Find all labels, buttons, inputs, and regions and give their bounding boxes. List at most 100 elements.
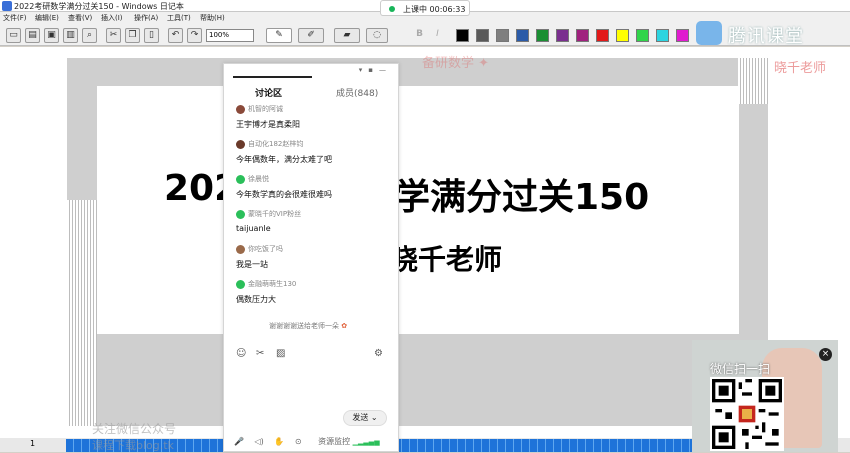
pen-icon[interactable]: ✎ bbox=[266, 28, 292, 43]
menu-tools[interactable]: 工具(T) bbox=[167, 13, 191, 23]
copy-icon[interactable]: ❐ bbox=[125, 28, 140, 43]
tab-discussion[interactable]: 讨论区 bbox=[255, 86, 282, 99]
hand-icon[interactable]: ✋ bbox=[274, 437, 284, 446]
avatar bbox=[236, 244, 245, 254]
message-text: 我是一站 bbox=[236, 260, 268, 269]
message-user: 你吃饭了吗 bbox=[236, 244, 283, 254]
paste-icon[interactable]: ▯ bbox=[144, 28, 159, 43]
menu-insert[interactable]: 插入(I) bbox=[101, 13, 123, 23]
message-text: 王宇博才是真柔阳 bbox=[236, 120, 300, 129]
redo-icon[interactable]: ↷ bbox=[187, 28, 202, 43]
slide-title-right: 学满分过关150 bbox=[394, 177, 650, 218]
color-swatch-red[interactable] bbox=[596, 29, 609, 42]
send-button[interactable]: 发送 ⌄ bbox=[343, 410, 387, 426]
color-swatch-dark-gray[interactable] bbox=[476, 29, 489, 42]
message-text: 今年偶数年，满分太难了吧 bbox=[236, 155, 332, 164]
wechat-avatar-icon bbox=[236, 209, 245, 219]
menu-help[interactable]: 帮助(H) bbox=[200, 13, 225, 23]
menu-action[interactable]: 操作(A) bbox=[134, 13, 158, 23]
message-text: 今年数学真的会很难很难吗 bbox=[236, 190, 332, 199]
qr-caption: 微信扫一扫 bbox=[710, 362, 771, 376]
new-page-icon[interactable]: ▭ bbox=[6, 28, 21, 43]
save-icon[interactable]: ▣ bbox=[44, 28, 59, 43]
chat-bottom-bar: 🎤 ◁) ✋ ⊙ 资源监控 ▁▂▃▄▅ bbox=[234, 436, 380, 447]
message-text: 偶数压力大 bbox=[236, 295, 276, 304]
eraser-icon[interactable]: ▰ bbox=[334, 28, 360, 43]
message-user: 金融萌萌生130 bbox=[236, 279, 296, 289]
menu-view[interactable]: 查看(V) bbox=[68, 13, 92, 23]
settings-icon[interactable]: ⚙ bbox=[374, 348, 383, 359]
watermark-bottom-1: 关注微信公众号 bbox=[92, 422, 177, 436]
emoji-icon[interactable]: ☺ bbox=[236, 348, 246, 359]
color-swatch-yellow[interactable] bbox=[616, 29, 629, 42]
color-swatch-lime[interactable] bbox=[636, 29, 649, 42]
highlighter-icon[interactable]: ✐ bbox=[298, 28, 324, 43]
wechat-avatar-icon bbox=[236, 174, 245, 184]
username: 金融萌萌生130 bbox=[248, 280, 297, 288]
username: 自动化182赵梓钧 bbox=[248, 140, 304, 148]
flower-icon: ✿ bbox=[341, 322, 348, 330]
wechat-avatar-icon bbox=[236, 279, 245, 289]
app-icon bbox=[2, 1, 12, 11]
cut-icon[interactable]: ✂ bbox=[106, 28, 121, 43]
page-number: 1 bbox=[30, 439, 36, 448]
bold-icon[interactable]: B bbox=[412, 28, 427, 43]
username: 机智的阿诚 bbox=[248, 105, 283, 113]
qr-code-image bbox=[710, 377, 784, 451]
chat-window-controls[interactable]: ▾▪— bbox=[359, 66, 392, 74]
gift-notice: 谢谢谢谢送给老师一朵 ✿ bbox=[269, 321, 347, 331]
brand-logo: 腾讯课堂 bbox=[694, 21, 830, 47]
print-icon[interactable]: ▥ bbox=[63, 28, 78, 43]
resource-monitor[interactable]: 资源监控 bbox=[318, 437, 350, 446]
mic-icon[interactable]: 🎤 bbox=[234, 437, 244, 446]
live-dot-icon bbox=[389, 6, 395, 12]
message-user: 徐晨悦 bbox=[236, 174, 269, 184]
watermark-bottom-2: 课程下载blog.tk bbox=[92, 439, 174, 452]
color-swatch-magenta-dark[interactable] bbox=[576, 29, 589, 42]
color-swatch-cyan[interactable] bbox=[656, 29, 669, 42]
chat-panel: ▾▪— 讨论区 成员(848) 机智的阿诚 王宇博才是真柔阳 自动化182赵梓钧… bbox=[223, 63, 399, 452]
color-swatch-gray[interactable] bbox=[496, 29, 509, 42]
color-swatch-blue[interactable] bbox=[516, 29, 529, 42]
zoom-select[interactable]: 100% bbox=[206, 29, 254, 42]
username: 蒙晓千的VIP粉丝 bbox=[248, 210, 302, 218]
class-timer: 上课中 00:06:33 bbox=[403, 5, 466, 14]
brand-name: 腾讯课堂 bbox=[728, 26, 804, 47]
tab-members[interactable]: 成员(848) bbox=[336, 86, 378, 99]
color-swatch-black[interactable] bbox=[456, 29, 469, 42]
location-icon[interactable]: ⊙ bbox=[295, 437, 302, 446]
play-logo-icon bbox=[696, 21, 722, 45]
signal-bars-icon: ▁▂▃▄▅ bbox=[352, 438, 380, 446]
slide-decor-stripe-left bbox=[67, 200, 97, 426]
message-user: 蒙晓千的VIP粉丝 bbox=[236, 209, 301, 219]
undo-icon[interactable]: ↶ bbox=[168, 28, 183, 43]
username: 你吃饭了吗 bbox=[248, 245, 283, 253]
lasso-icon[interactable]: ◌ bbox=[366, 28, 388, 43]
close-icon[interactable]: × bbox=[819, 348, 832, 361]
scissors-icon[interactable]: ✂ bbox=[256, 348, 264, 359]
watermark-top: 备研数学 ✦ bbox=[422, 56, 490, 71]
menu-file[interactable]: 文件(F) bbox=[3, 13, 27, 23]
send-label: 发送 bbox=[352, 413, 369, 422]
class-status-badge[interactable]: 上课中 00:06:33 bbox=[380, 0, 470, 16]
message-user: 自动化182赵梓钧 bbox=[236, 139, 303, 149]
watermark-right: 晓千老师 bbox=[774, 61, 827, 76]
open-icon[interactable]: ▤ bbox=[25, 28, 40, 43]
find-icon[interactable]: ⌕ bbox=[82, 28, 97, 43]
tab-underline bbox=[233, 76, 312, 78]
message-user: 机智的阿诚 bbox=[236, 104, 283, 114]
image-icon[interactable]: ▨ bbox=[276, 348, 285, 359]
slide-decor-stripe-right bbox=[738, 58, 768, 104]
avatar bbox=[236, 139, 245, 149]
gift-text: 谢谢谢谢送给老师一朵 bbox=[269, 322, 339, 330]
username: 徐晨悦 bbox=[248, 175, 269, 183]
color-swatch-pink[interactable] bbox=[676, 29, 689, 42]
italic-icon[interactable]: I bbox=[430, 28, 445, 43]
avatar bbox=[236, 104, 245, 114]
color-swatch-purple[interactable] bbox=[556, 29, 569, 42]
color-swatch-green[interactable] bbox=[536, 29, 549, 42]
speaker-icon[interactable]: ◁) bbox=[255, 437, 264, 446]
window-title: 2022考研数学满分过关150 - Windows 日记本 bbox=[14, 2, 184, 11]
qr-code-icon bbox=[712, 379, 782, 449]
menu-edit[interactable]: 编辑(E) bbox=[35, 13, 59, 23]
